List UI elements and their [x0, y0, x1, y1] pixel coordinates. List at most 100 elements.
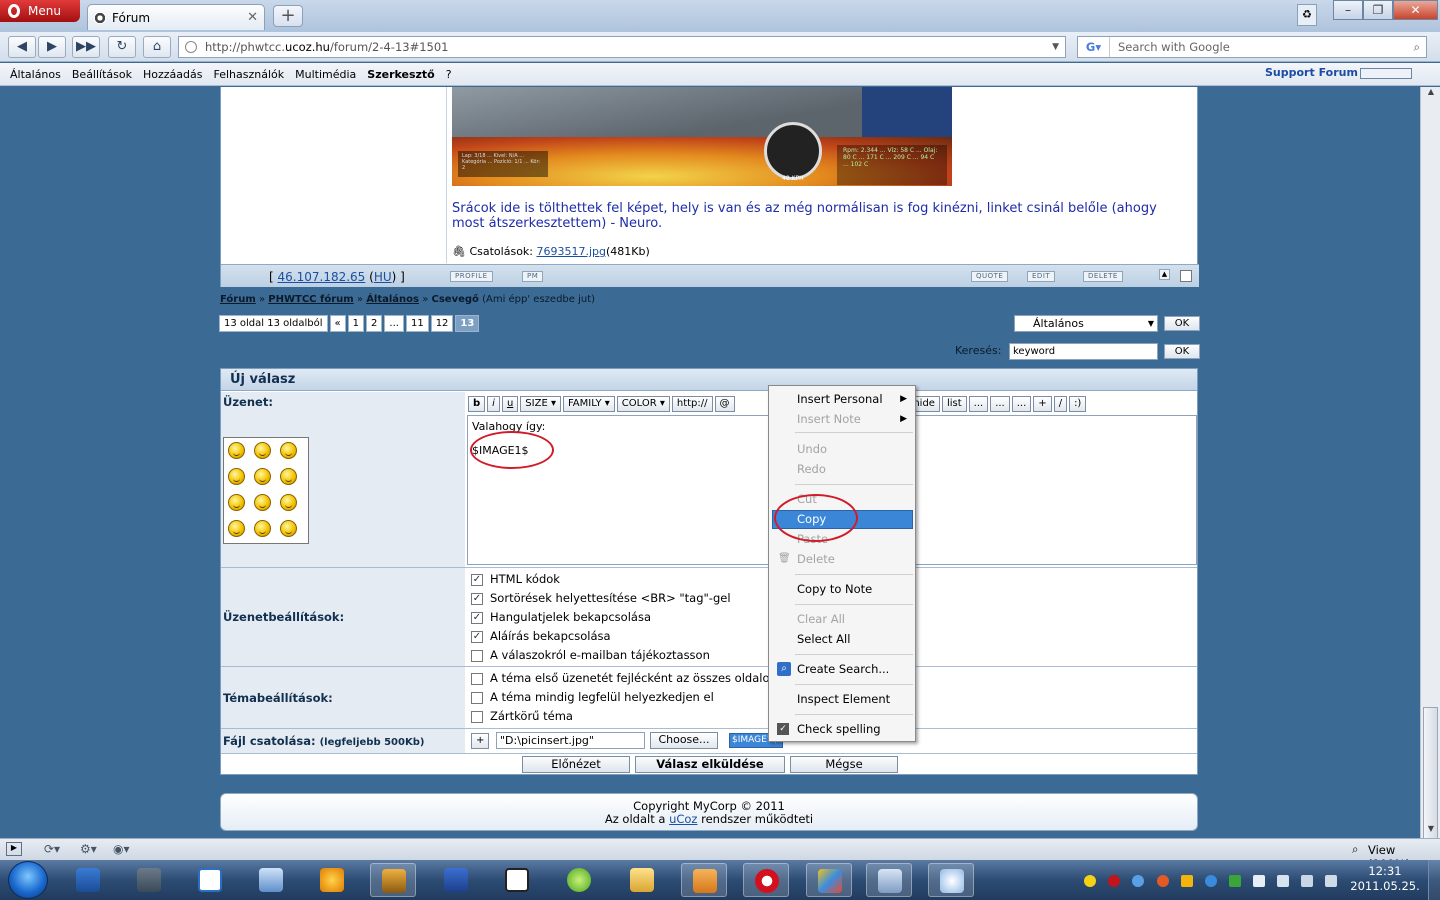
attachment-link[interactable]: 7693517.jpg — [537, 245, 607, 258]
checkbox[interactable] — [471, 672, 483, 685]
checkbox[interactable]: ✓ — [471, 611, 483, 624]
bar-item-szerkeszto[interactable]: Szerkesztő — [367, 68, 434, 81]
edit-button[interactable]: EDIT — [1027, 271, 1056, 282]
breadcrumb-phwtcc[interactable]: PHWTCC fórum — [268, 294, 353, 305]
smiley-biggrin-icon[interactable] — [254, 442, 271, 459]
taskbar-app[interactable] — [433, 863, 479, 897]
taskbar-app[interactable] — [494, 863, 540, 897]
taskbar-app[interactable] — [928, 863, 974, 897]
panel-toggle-icon[interactable]: ▶ — [6, 842, 22, 856]
address-bar[interactable]: http://phwtcc.ucoz.hu/forum/2-4-13#1501 … — [178, 36, 1066, 58]
more-button[interactable]: ... — [968, 396, 989, 412]
close-tags-button[interactable]: / — [1053, 396, 1068, 412]
smiley-sad-icon[interactable] — [280, 468, 297, 485]
email-button[interactable]: @ — [714, 396, 735, 412]
taskbar-app[interactable] — [619, 863, 665, 897]
zoom-icon[interactable]: ⌕ — [1352, 842, 1358, 857]
option-linebreaks[interactable]: ✓ Sortörések helyettesítése <BR> "tag"-ge… — [471, 591, 731, 605]
tray-volume-icon[interactable] — [1325, 875, 1337, 887]
checkbox[interactable]: ✓ — [471, 630, 483, 643]
support-slider[interactable] — [1360, 68, 1412, 79]
size-select[interactable]: SIZE ▾ — [520, 396, 561, 412]
pm-button[interactable]: PM — [522, 271, 544, 282]
sync-icon[interactable]: ⟳▾ — [44, 842, 60, 856]
taskbar-app[interactable] — [556, 863, 602, 897]
forum-search-input[interactable]: keyword — [1009, 343, 1158, 360]
menu-item-insert-personal[interactable]: Insert Personal — [797, 389, 883, 409]
smiley-angry-icon[interactable] — [228, 442, 245, 459]
reload-button[interactable]: ↻ — [108, 36, 136, 58]
tab-forum[interactable]: Fórum ✕ — [87, 4, 265, 30]
breadcrumb-general[interactable]: Általános — [366, 294, 419, 305]
cancel-button[interactable]: Mégse — [790, 756, 898, 773]
show-desktop-button[interactable] — [1428, 860, 1440, 900]
ip-link[interactable]: 46.107.182.65 — [278, 270, 366, 284]
bar-item-help[interactable]: ? — [446, 68, 452, 81]
menu-item-check-spelling[interactable]: Check spelling — [797, 719, 881, 739]
smiley-cool-icon[interactable] — [280, 442, 297, 459]
bar-item-beallitasok[interactable]: Beállítások — [72, 68, 132, 81]
scroll-down-icon[interactable]: ▼ — [1421, 824, 1440, 838]
taskbar-app[interactable] — [309, 863, 355, 897]
chevron-down-icon[interactable]: ▼ — [1052, 42, 1059, 52]
forum-jump-ok-button[interactable]: OK — [1164, 316, 1200, 331]
underline-button[interactable]: u — [501, 396, 519, 412]
start-button[interactable] — [8, 861, 48, 899]
submit-reply-button[interactable]: Válasz elküldése — [635, 756, 785, 773]
taskbar-app-opera[interactable] — [743, 863, 789, 897]
new-tab-button[interactable]: + — [273, 5, 303, 27]
smiley-wink-icon[interactable] — [280, 520, 297, 537]
fast-forward-button[interactable]: ▶▶ — [72, 36, 100, 58]
breadcrumb-forum[interactable]: Fórum — [220, 294, 256, 305]
forward-button[interactable]: ▶ — [38, 36, 66, 58]
tray-norton-icon[interactable] — [1084, 875, 1096, 887]
clock[interactable]: 12:31 2011.05.25. — [1348, 864, 1422, 894]
checkbox[interactable] — [471, 710, 483, 723]
preview-button[interactable]: Előnézet — [522, 756, 630, 773]
menu-item-copy-to-note[interactable]: Copy to Note — [797, 579, 872, 599]
profile-button[interactable]: PROFILE — [450, 271, 493, 282]
option-email-notify[interactable]: A válaszokról e-mailban tájékoztasson — [471, 648, 710, 662]
option-smilies[interactable]: ✓ Hangulatjelek bekapcsolása — [471, 610, 651, 624]
menu-item-select-all[interactable]: Select All — [797, 629, 850, 649]
unite-icon[interactable]: ⚙▾ — [80, 842, 97, 856]
tray-opera-icon[interactable] — [1108, 875, 1120, 887]
add-button[interactable]: + — [1033, 396, 1052, 412]
smiley-tongue-icon[interactable] — [228, 520, 245, 537]
taskbar-app[interactable] — [866, 863, 912, 897]
menu-item-redo[interactable]: Redo — [797, 459, 826, 479]
tray-app-icon[interactable] — [1205, 875, 1217, 887]
option-header-first-post[interactable]: A téma első üzenetét fejlécként az össze… — [471, 671, 770, 685]
page-link[interactable]: 11 — [405, 315, 429, 332]
page-link[interactable]: 1 — [347, 315, 365, 332]
option-signature[interactable]: ✓ Aláírás bekapcsolása — [471, 629, 611, 643]
tray-flag-icon[interactable] — [1253, 875, 1265, 887]
menu-item-insert-note[interactable]: Insert Note — [797, 409, 861, 429]
tray-network-status-icon[interactable] — [1301, 875, 1313, 887]
checkbox[interactable] — [471, 691, 483, 704]
taskbar-app[interactable] — [248, 863, 294, 897]
delete-button[interactable]: DELETE — [1083, 271, 1123, 282]
choose-file-button[interactable]: Choose... — [650, 732, 718, 749]
ucoz-link[interactable]: uCoz — [669, 812, 697, 826]
menu-item-inspect[interactable]: Inspect Element — [797, 689, 890, 709]
smiley-eyes-icon[interactable] — [254, 520, 271, 537]
list-button[interactable]: list — [941, 396, 967, 412]
smiley-blush-icon[interactable] — [254, 468, 271, 485]
smiley-smile-icon[interactable] — [254, 494, 271, 511]
family-select[interactable]: FAMILY ▾ — [562, 396, 615, 412]
page-link[interactable]: 2 — [366, 315, 383, 332]
page-link[interactable]: 12 — [430, 315, 454, 332]
scroll-up-icon[interactable]: ▲ — [1421, 87, 1440, 101]
close-tab-icon[interactable]: ✕ — [247, 10, 258, 25]
support-forum-link[interactable]: Support Forum — [1265, 66, 1358, 79]
tray-device-icon[interactable] — [1277, 875, 1289, 887]
scroll-top-icon[interactable]: ▲ — [1159, 269, 1170, 280]
smiley-confused-icon[interactable] — [228, 494, 245, 511]
url-button[interactable]: http:// — [671, 396, 713, 412]
vertical-scrollbar[interactable]: ▲ ▼ — [1420, 87, 1440, 900]
menu-item-clear-all[interactable]: Clear All — [797, 609, 845, 629]
search-icon[interactable]: ⌕ — [1414, 40, 1420, 55]
option-private[interactable]: Zártkörű téma — [471, 709, 573, 723]
trash-icon[interactable]: ♻ — [1297, 4, 1317, 26]
